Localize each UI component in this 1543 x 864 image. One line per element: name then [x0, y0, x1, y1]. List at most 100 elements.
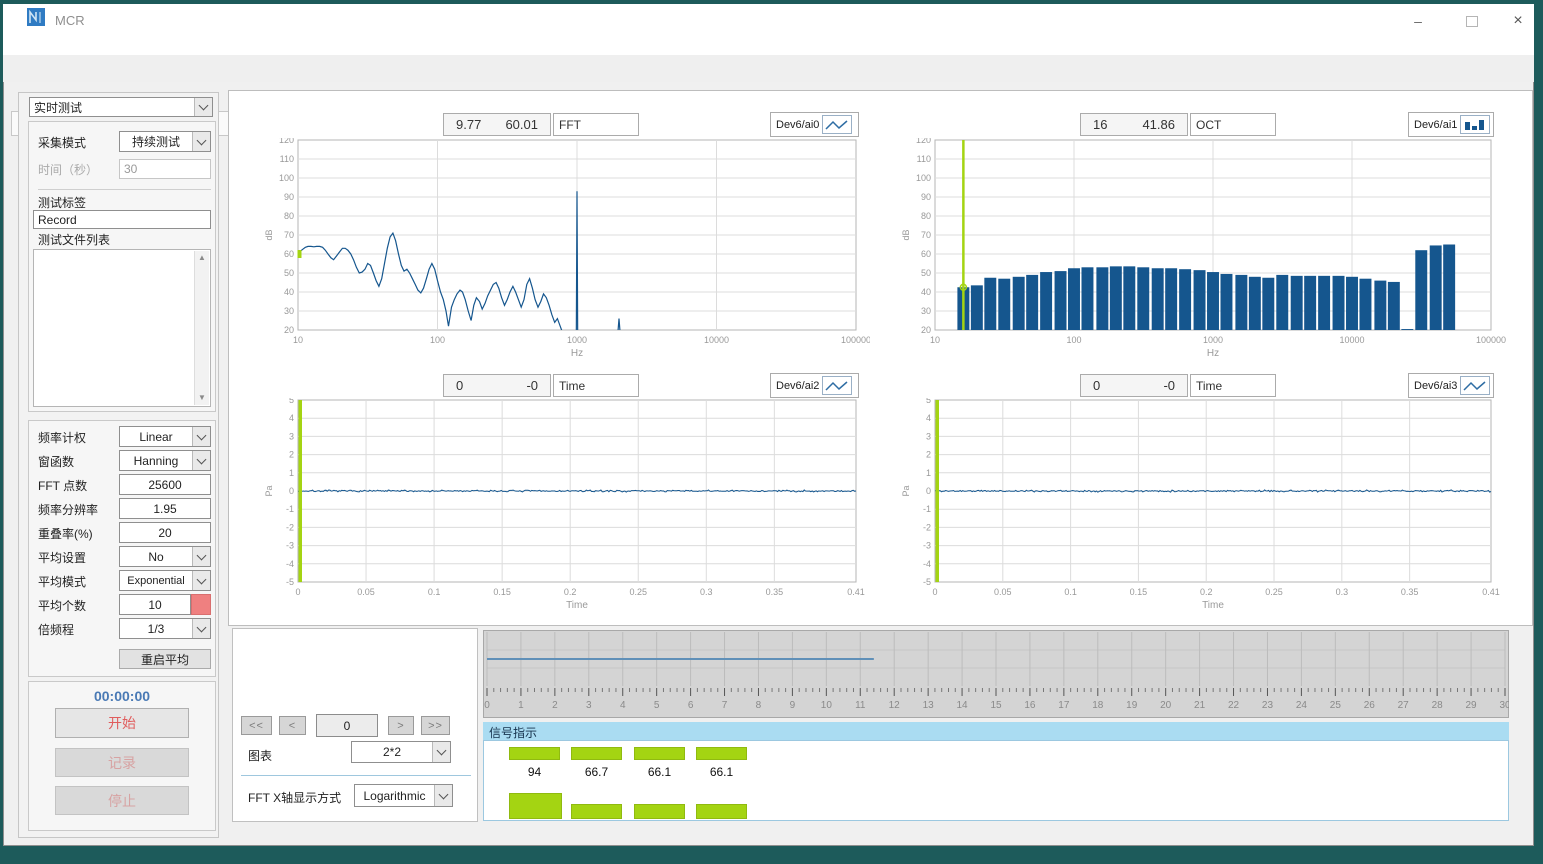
scrollbar[interactable]: ▲ ▼ [194, 251, 209, 405]
bar-chart-icon [1460, 115, 1490, 134]
svg-text:0.05: 0.05 [994, 587, 1012, 597]
time2-channel-box[interactable]: Dev6/ai3 [1408, 373, 1494, 398]
test-label-input[interactable]: Record [33, 210, 211, 229]
avg-count-status-indicator [191, 594, 211, 615]
time2-plot[interactable]: -5-4-3-2-101234500.050.10.150.20.250.30.… [897, 398, 1507, 626]
chart-layout-select[interactable]: 2*2 [351, 741, 451, 763]
svg-text:20: 20 [1160, 700, 1172, 711]
chevron-down-icon[interactable] [192, 451, 210, 470]
window-fn-select[interactable]: Hanning [119, 450, 211, 471]
svg-text:0.3: 0.3 [1336, 587, 1349, 597]
svg-text:23: 23 [1262, 700, 1274, 711]
stop-button[interactable]: 停止 [55, 786, 189, 815]
svg-text:0.1: 0.1 [428, 587, 441, 597]
oct-channel-box[interactable]: Dev6/ai1 [1408, 112, 1494, 137]
svg-text:100: 100 [916, 173, 931, 183]
svg-text:2: 2 [289, 450, 294, 460]
restart-average-button[interactable]: 重启平均 [119, 649, 211, 669]
start-button[interactable]: 开始 [55, 708, 189, 738]
time1-cursor-readout: 0-0 [443, 374, 551, 397]
fft-channel-box[interactable]: Dev6/ai0 [770, 112, 859, 137]
svg-text:2: 2 [926, 450, 931, 460]
menu-bar: 文件 设置 应用 输出 关于 [3, 30, 1534, 55]
nav-index-box[interactable]: 0 [316, 714, 378, 737]
svg-text:50: 50 [284, 268, 294, 278]
oct-type-box[interactable]: OCT [1190, 113, 1276, 136]
svg-text:24: 24 [1296, 700, 1308, 711]
test-file-list[interactable]: ▲ ▼ [33, 249, 211, 407]
chevron-down-icon[interactable] [434, 785, 452, 806]
svg-text:Time: Time [566, 600, 588, 611]
fft-plot[interactable]: 2030405060708090100110120101001000100001… [260, 138, 870, 366]
scroll-down-icon[interactable]: ▼ [195, 391, 209, 405]
time-input[interactable]: 30 [119, 159, 211, 179]
svg-text:-4: -4 [923, 559, 931, 569]
divider [38, 189, 211, 190]
svg-text:25: 25 [1330, 700, 1342, 711]
svg-text:-4: -4 [286, 559, 294, 569]
line-chart-icon [822, 115, 852, 134]
overlap-input[interactable]: 20 [119, 522, 211, 543]
test-label-label: 测试标签 [38, 194, 86, 211]
acq-mode-select[interactable]: 持续测试 [119, 131, 211, 152]
svg-text:-2: -2 [286, 522, 294, 532]
chevron-down-icon[interactable] [432, 742, 450, 762]
freq-res-input[interactable]: 1.95 [119, 498, 211, 519]
chevron-down-icon[interactable] [192, 571, 210, 590]
record-timeline[interactable]: 0123456789101112131415161718192021222324… [483, 630, 1509, 718]
fft-points-input[interactable]: 25600 [119, 474, 211, 495]
test-mode-select[interactable]: 实时测试 [29, 97, 213, 117]
svg-text:3: 3 [586, 700, 592, 711]
fft-points-label: FFT 点数 [38, 477, 87, 494]
chevron-down-icon[interactable] [194, 98, 212, 116]
svg-text:18: 18 [1092, 700, 1104, 711]
svg-text:0.25: 0.25 [1265, 587, 1283, 597]
octave-select[interactable]: 1/3 [119, 618, 211, 639]
app-logo-icon [27, 8, 45, 26]
svg-text:Pa: Pa [901, 485, 911, 496]
time2-type-box[interactable]: Time [1190, 374, 1276, 397]
nav-first-button[interactable]: << [241, 716, 272, 735]
time1-type-box[interactable]: Time [553, 374, 639, 397]
svg-text:13: 13 [923, 700, 935, 711]
avg-mode-select[interactable]: Exponential [119, 570, 211, 591]
nav-last-button[interactable]: >> [421, 716, 450, 735]
svg-text:0.15: 0.15 [1130, 587, 1148, 597]
freq-weight-select[interactable]: Linear [119, 426, 211, 447]
avg-set-select[interactable]: No [119, 546, 211, 567]
svg-text:90: 90 [921, 192, 931, 202]
svg-text:60: 60 [284, 249, 294, 259]
chevron-down-icon[interactable] [192, 619, 210, 638]
chevron-down-icon[interactable] [192, 547, 210, 566]
signal-level-bar [571, 804, 622, 819]
svg-text:28: 28 [1432, 700, 1444, 711]
avg-count-input[interactable]: 10 [119, 594, 191, 615]
svg-text:0: 0 [926, 486, 931, 496]
signal-value: 94 [509, 765, 560, 779]
svg-text:30: 30 [284, 306, 294, 316]
svg-text:-5: -5 [286, 577, 294, 587]
desktop-edge [1534, 0, 1543, 864]
svg-text:9: 9 [790, 700, 796, 711]
fft-type-box[interactable]: FFT [553, 113, 639, 136]
svg-text:0.1: 0.1 [1064, 587, 1077, 597]
avg-count-label: 平均个数 [38, 597, 86, 614]
svg-text:10: 10 [293, 335, 303, 345]
svg-text:0.2: 0.2 [564, 587, 577, 597]
chevron-down-icon[interactable] [192, 427, 210, 446]
svg-text:Hz: Hz [571, 348, 583, 359]
nav-next-button[interactable]: > [388, 716, 414, 735]
scroll-up-icon[interactable]: ▲ [195, 251, 209, 265]
chevron-down-icon[interactable] [192, 132, 210, 151]
nav-prev-button[interactable]: < [279, 716, 306, 735]
time1-channel-box[interactable]: Dev6/ai2 [770, 373, 859, 398]
svg-text:27: 27 [1398, 700, 1410, 711]
signal-value: 66.7 [571, 765, 622, 779]
record-button[interactable]: 记录 [55, 748, 189, 777]
time1-plot[interactable]: -5-4-3-2-101234500.050.10.150.20.250.30.… [260, 398, 870, 626]
svg-text:20: 20 [284, 325, 294, 335]
svg-text:100000: 100000 [1476, 335, 1506, 345]
svg-text:0.2: 0.2 [1200, 587, 1213, 597]
oct-plot[interactable]: 2030405060708090100110120101001000100001… [897, 138, 1507, 366]
fft-xaxis-select[interactable]: Logarithmic [354, 784, 453, 807]
